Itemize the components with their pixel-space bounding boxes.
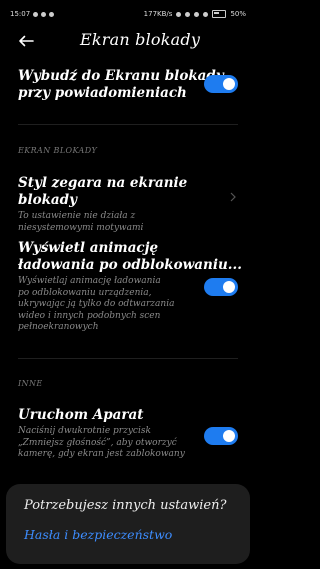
- more-settings-title: Potrzebujesz innych ustawień?: [24, 498, 227, 513]
- battery-percent: 50%: [230, 10, 246, 18]
- notification-icon: [41, 11, 47, 17]
- divider: [18, 124, 238, 125]
- back-arrow-icon[interactable]: [18, 35, 34, 47]
- unlock-animation-toggle[interactable]: [204, 278, 238, 296]
- setting-clock-style[interactable]: Styl zegara na ekranie blokady To ustawi…: [18, 175, 242, 234]
- section-label-other: INNE: [18, 379, 43, 388]
- setting-title: Uruchom Aparat: [18, 407, 144, 423]
- toggle-knob: [223, 78, 235, 90]
- setting-title: Styl zegara na ekranie blokady: [18, 175, 188, 208]
- wake-notifications-toggle[interactable]: [204, 75, 238, 93]
- divider: [18, 358, 238, 359]
- passwords-security-link[interactable]: Hasła i bezpieczeństwo: [24, 527, 172, 542]
- header: Ekran blokady: [0, 26, 256, 56]
- more-settings-card: Potrzebujesz innych ustawień? Hasła i be…: [6, 484, 250, 564]
- signal-icon: [194, 11, 200, 17]
- wifi-icon: [203, 11, 209, 17]
- chevron-right-icon: [230, 192, 236, 202]
- alarm-icon: [185, 11, 191, 17]
- notification-icon: [49, 11, 55, 17]
- launch-camera-toggle[interactable]: [204, 427, 238, 445]
- status-bar: 15:07 177KB/s 50%: [0, 0, 256, 28]
- setting-subtitle: To ustawienie nie działa z niesystemowym…: [18, 211, 144, 233]
- toggle-knob: [223, 281, 235, 293]
- toggle-knob: [223, 430, 235, 442]
- notification-icon: [33, 11, 39, 17]
- section-label-lock-screen: EKRAN BLOKADY: [18, 146, 98, 155]
- setting-title: Wyświetl animację ładowania po odblokowa…: [18, 240, 242, 273]
- battery-icon: [212, 10, 227, 18]
- page-title: Ekran blokady: [80, 30, 201, 49]
- network-speed: 177KB/s: [143, 10, 173, 18]
- status-time: 15:07: [10, 10, 31, 18]
- bluetooth-icon: [176, 11, 182, 17]
